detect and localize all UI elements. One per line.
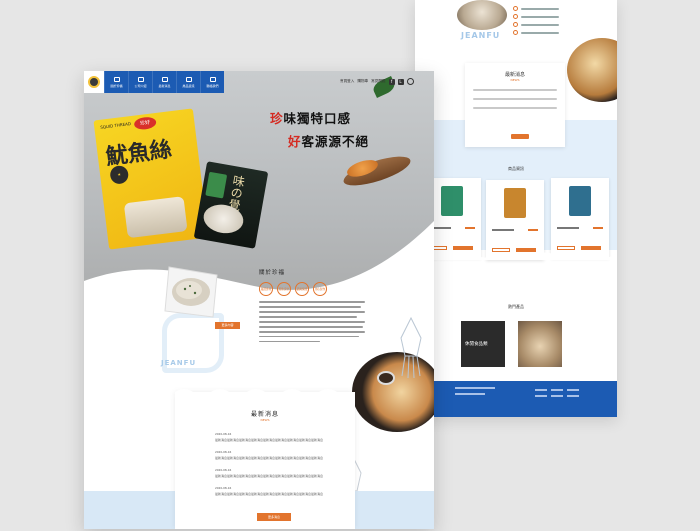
brand-watermark-text: JEANFU — [161, 359, 197, 367]
slogan-highlight: 珍 — [270, 111, 284, 126]
nav-label: 聯絡我們 — [206, 83, 219, 88]
hero-slogan: 珍味獨特口感 好客源源不絕 — [270, 108, 369, 150]
news-text: 最新消息最新消息最新消息最新消息最新消息最新消息最新消息最新消息最新消息 — [215, 473, 324, 478]
back-page-mockup: JEANFU 最新消息 NEWS 商品資訊 熱門產品 休閒食品類 — [415, 0, 617, 417]
news-date: 2020-08-16 — [215, 432, 232, 436]
news-date: 2020-08-16 — [215, 450, 232, 454]
back-contact-list — [513, 6, 593, 38]
feature-badge: 品質保證 — [295, 282, 309, 296]
nav-label: 產品資訊 — [182, 83, 195, 88]
back-news-box: 最新消息 NEWS — [465, 63, 565, 147]
nav-label: 關於珍福 — [110, 83, 123, 88]
slogan-text: 客源源不絕 — [301, 134, 370, 149]
logo-icon[interactable] — [84, 71, 104, 93]
news-item[interactable]: 2020-08-16 最新消息最新消息最新消息最新消息最新消息最新消息最新消息最… — [215, 468, 323, 478]
feature-badge: 用心製作 — [313, 282, 327, 296]
news-more-button[interactable]: 更多消息 — [257, 513, 291, 521]
utility-bar: 會員登入 購物車 常見問題 f L — [340, 78, 414, 85]
faq-link[interactable]: 常見問題 — [371, 79, 385, 84]
product-package — [504, 188, 526, 218]
news-text: 最新消息最新消息最新消息最新消息最新消息最新消息最新消息最新消息最新消息 — [215, 455, 324, 460]
hot-product-caption: 休閒食品類 — [465, 342, 488, 347]
hot-product-tile[interactable] — [518, 321, 562, 367]
about-more-button[interactable]: 更多內容 — [215, 322, 240, 329]
mail-icon — [209, 76, 216, 82]
back-footer — [415, 381, 617, 417]
member-login-link[interactable]: 會員登入 — [340, 79, 354, 84]
package-brand: 珍好 — [133, 115, 157, 131]
back-news-title: 最新消息 — [504, 72, 525, 78]
news-item[interactable]: 2020-08-16 最新消息最新消息最新消息最新消息最新消息最新消息最新消息最… — [215, 432, 323, 442]
back-food-photo — [457, 0, 507, 30]
about-food-plate — [164, 266, 218, 318]
news-item[interactable]: 2020-08-16 最新消息最新消息最新消息最新消息最新消息最新消息最新消息最… — [215, 486, 323, 496]
back-products-title: 商品資訊 — [508, 166, 524, 171]
about-paragraph — [259, 301, 365, 346]
box-icon — [185, 76, 192, 82]
dipping-bowl — [377, 371, 395, 385]
news-icon — [161, 76, 168, 82]
news-wave-edge — [175, 389, 355, 394]
main-nav: 關於珍福 公司介紹 最新消息 產品資訊 聯絡我們 — [84, 71, 224, 93]
nav-item-company[interactable]: 公司介紹 — [128, 71, 152, 93]
about-badges: 嚴選食材 衛生安全 品質保證 用心製作 — [259, 282, 327, 296]
slogan-text: 味獨特口感 — [283, 111, 352, 126]
line-icon[interactable]: L — [397, 78, 404, 85]
news-text: 最新消息最新消息最新消息最新消息最新消息最新消息最新消息最新消息最新消息 — [215, 437, 324, 442]
product-card[interactable] — [551, 178, 609, 258]
nav-label: 公司介紹 — [134, 83, 147, 88]
news-item[interactable]: 2020-08-16 最新消息最新消息最新消息最新消息最新消息最新消息最新消息最… — [215, 450, 323, 460]
squid-sketch-icon — [400, 316, 422, 379]
feature-badge: 嚴選食材 — [259, 282, 273, 296]
news-title: 最新消息 — [250, 411, 279, 418]
nav-item-contact[interactable]: 聯絡我們 — [200, 71, 224, 93]
news-subtitle: NEWS — [260, 418, 270, 422]
news-date: 2020-08-16 — [215, 486, 232, 490]
news-section: 最新消息 NEWS 2020-08-16 最新消息最新消息最新消息最新消息最新消… — [175, 389, 355, 529]
slogan-highlight: 好 — [288, 134, 302, 149]
package-title: 魷魚絲 — [104, 137, 174, 171]
back-hot-title: 熱門產品 — [508, 304, 524, 309]
product-card[interactable] — [486, 180, 544, 260]
front-page-mockup: 珍好 魷魚絲 SQUID THREAD ★ 味の覺 關於珍福 公司介紹 最新消息… — [84, 71, 434, 529]
about-title: 關於珍福 — [259, 270, 286, 276]
nav-item-news[interactable]: 最新消息 — [152, 71, 176, 93]
news-date: 2020-08-16 — [215, 468, 232, 472]
hot-product-tile[interactable]: 休閒食品類 — [461, 321, 505, 367]
building-icon — [137, 76, 144, 82]
back-news-subtitle: NEWS — [510, 78, 520, 82]
nav-item-products[interactable]: 產品資訊 — [176, 71, 200, 93]
facebook-icon[interactable]: f — [388, 78, 395, 85]
product-package — [569, 186, 591, 216]
package-en-label: SQUID THREAD — [100, 121, 132, 130]
back-wave-divider — [415, 252, 615, 260]
cart-link[interactable]: 購物車 — [357, 79, 368, 84]
news-text: 最新消息最新消息最新消息最新消息最新消息最新消息最新消息最新消息最新消息 — [215, 491, 324, 496]
nav-item-about[interactable]: 關於珍福 — [104, 71, 128, 93]
feature-badge: 衛生安全 — [277, 282, 291, 296]
search-icon[interactable] — [406, 78, 414, 85]
product-package — [441, 186, 463, 216]
back-news-button[interactable] — [511, 134, 529, 139]
nav-label: 最新消息 — [158, 83, 171, 88]
flag-icon — [113, 76, 120, 82]
back-brand-text: JEANFU — [461, 31, 501, 40]
